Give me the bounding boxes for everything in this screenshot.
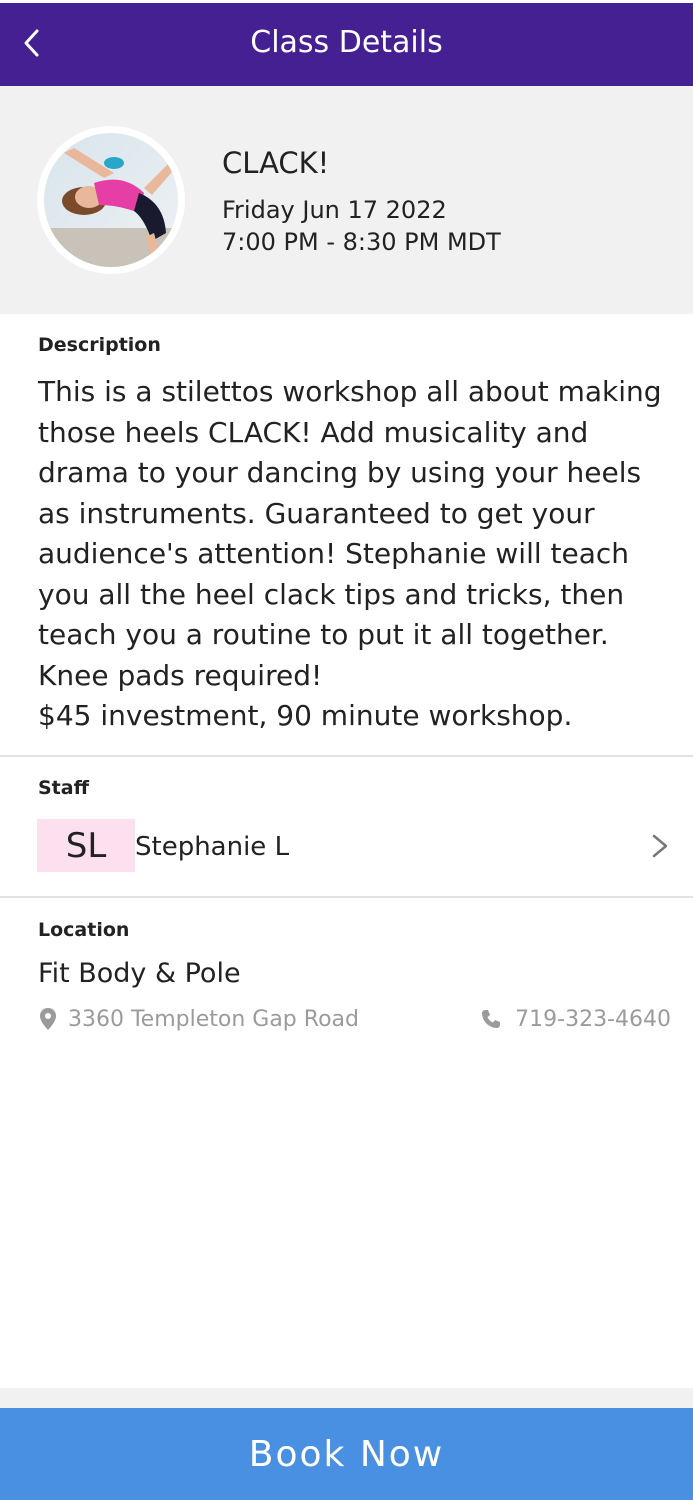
location-address-link[interactable]: 3360 Templeton Gap Road [38, 1005, 359, 1033]
divider [0, 755, 693, 757]
dancer-photo [44, 133, 178, 267]
staff-row[interactable]: SL Stephanie L [0, 812, 693, 880]
location-phone-link[interactable]: 719-323-4640 [481, 1005, 671, 1033]
location-name: Fit Body & Pole [38, 958, 241, 989]
staff-name: Stephanie L [135, 832, 290, 862]
class-image [37, 126, 185, 274]
location-label: Location [38, 919, 130, 941]
staff-label: Staff [38, 777, 89, 799]
divider [0, 896, 693, 898]
class-date: Friday Jun 17 2022 [222, 196, 447, 224]
top-app-bar: Class Details [0, 0, 693, 86]
staff-avatar-initials: SL [37, 819, 135, 872]
phone-icon [482, 1010, 501, 1028]
class-name: CLACK! [222, 146, 330, 180]
description-label: Description [38, 334, 161, 356]
class-time: 7:00 PM - 8:30 PM MDT [222, 228, 501, 256]
chevron-right-icon [652, 834, 668, 858]
bottom-spacer [0, 1388, 693, 1408]
class-summary: CLACK! Friday Jun 17 2022 7:00 PM - 8:30… [0, 86, 693, 314]
location-phone: 719-323-4640 [515, 1006, 671, 1032]
map-pin-icon [40, 1008, 56, 1030]
page-title: Class Details [250, 25, 443, 60]
description-text: This is a stilettos workshop all about m… [38, 375, 662, 732]
book-now-button[interactable]: Book Now [0, 1408, 693, 1500]
location-address: 3360 Templeton Gap Road [68, 1006, 359, 1032]
